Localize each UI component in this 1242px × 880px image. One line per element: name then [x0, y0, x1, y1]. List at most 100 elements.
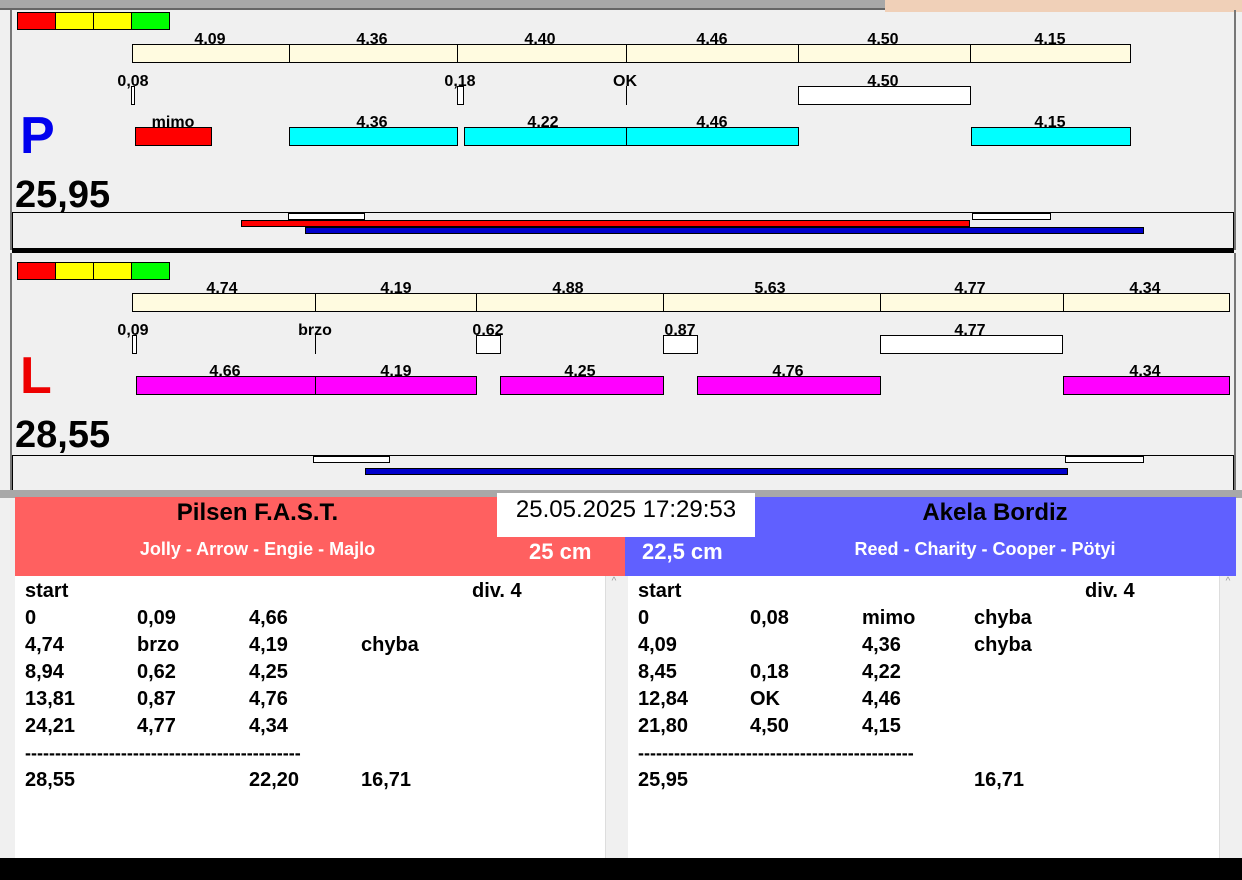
l-segment [880, 293, 1064, 312]
right-team-name: Akela Bordiz [922, 499, 1068, 526]
list-cell: 8,94 [25, 661, 64, 683]
p-segment [457, 44, 627, 63]
l-blue-bar [365, 468, 1068, 475]
p-row2-label: OK [613, 73, 637, 90]
p-segment [289, 44, 458, 63]
list-separator: ----------------------------------------… [25, 743, 301, 763]
light-yellow [93, 262, 132, 280]
p-total: 25,95 [15, 174, 111, 216]
l-run-bar [1063, 376, 1230, 395]
list-cell: 0,18 [750, 661, 789, 683]
p-segment [626, 44, 799, 63]
p-letter: P [20, 107, 55, 165]
l-segment [1063, 293, 1230, 312]
p-timeline-marker [972, 213, 1051, 220]
l-light-indicator [17, 262, 173, 280]
p-run-bar [626, 127, 799, 146]
right-team-dogs: Reed - Charity - Cooper - Pötyi [854, 539, 1116, 559]
list-separator: ----------------------------------------… [638, 743, 914, 763]
bottom-bar [0, 858, 1242, 880]
p-marker [131, 86, 135, 105]
list-cell: 8,45 [638, 661, 677, 683]
list-cell: chyba [361, 634, 419, 656]
light-red [17, 12, 56, 30]
l-run-bar [697, 376, 881, 395]
light-yellow [93, 12, 132, 30]
p-run-bar [289, 127, 458, 146]
list-cell: 4,22 [862, 661, 901, 683]
list-header-div: div. 4 [472, 580, 522, 602]
p-segment [970, 44, 1131, 63]
l-run-bar [500, 376, 664, 395]
datetime: 25.05.2025 17:29:53 [497, 493, 755, 537]
list-cell: chyba [974, 634, 1032, 656]
right-team-height: 22,5 cm [642, 539, 723, 564]
right-scrollbar[interactable]: ^ [1219, 576, 1236, 858]
l-segment [476, 293, 664, 312]
p-segment [798, 44, 971, 63]
light-yellow [55, 12, 94, 30]
list-cell: 4,50 [750, 715, 789, 737]
l-timeline-marker [1065, 456, 1144, 463]
list-cell: 4,09 [638, 634, 677, 656]
p-marker-line [626, 86, 627, 105]
list-cell: 4,19 [249, 634, 288, 656]
list-header-start: start [25, 580, 69, 602]
list-cell: 4,36 [862, 634, 901, 656]
list-total: 28,55 [25, 769, 76, 791]
list-cell: 4,76 [249, 688, 288, 710]
light-green [131, 12, 170, 30]
p-marker [798, 86, 971, 105]
top-tab-strip [0, 0, 885, 10]
list-cell: brzo [137, 634, 180, 656]
list-cell: 13,81 [25, 688, 76, 710]
list-cell: chyba [974, 607, 1032, 629]
list-cell: 4,46 [862, 688, 901, 710]
light-red [17, 262, 56, 280]
l-letter: L [20, 347, 52, 405]
p-run-bar [135, 127, 212, 146]
l-run-bar [315, 376, 477, 395]
l-run-bar [136, 376, 316, 395]
l-segment [132, 293, 316, 312]
list-cell: 0 [638, 607, 650, 629]
p-marker [457, 86, 464, 105]
list-header-start: start [638, 580, 682, 602]
l-marker [663, 335, 698, 354]
list-total: 16,71 [361, 769, 412, 791]
list-cell: 24,21 [25, 715, 76, 737]
l-marker [476, 335, 501, 354]
l-segment [663, 293, 881, 312]
l-marker [132, 335, 137, 354]
left-results-list[interactable]: ^ start div. 4 0 0,09 4,66 4,74 brzo 4,19 chyba 8,… [15, 576, 622, 858]
right-results-list[interactable]: ^ start div. 4 0 0,08 mimo chyba 4,09 4,36 chyba 8… [628, 576, 1236, 858]
left-team-dogs: Jolly - Arrow - Engie - Majlo [139, 539, 376, 559]
p-timeline-marker [288, 213, 365, 220]
list-cell: 12,84 [638, 688, 689, 710]
list-cell: 0 [25, 607, 37, 629]
list-cell: 4,66 [249, 607, 288, 629]
l-marker-line [315, 335, 316, 354]
light-green [131, 262, 170, 280]
p-run-bar [464, 127, 627, 146]
l-timeline-marker [313, 456, 390, 463]
list-cell: 4,15 [862, 715, 901, 737]
list-cell: 4,34 [249, 715, 288, 737]
l-segment [315, 293, 477, 312]
list-cell: 21,80 [638, 715, 689, 737]
list-cell: OK [750, 688, 780, 710]
list-cell: 0,09 [137, 607, 176, 629]
list-cell: 0,62 [137, 661, 176, 683]
left-scrollbar[interactable]: ^ [605, 576, 622, 858]
list-cell: 4,25 [249, 661, 288, 683]
list-total: 25,95 [638, 769, 689, 791]
list-cell: mimo [862, 607, 916, 629]
p-segment [132, 44, 290, 63]
left-team-name: Pilsen F.A.S.T. [176, 499, 339, 526]
list-cell: 0,87 [137, 688, 176, 710]
list-header-div: div. 4 [1085, 580, 1135, 602]
light-yellow [55, 262, 94, 280]
list-total: 16,71 [974, 769, 1025, 791]
list-total: 22,20 [249, 769, 300, 791]
p-blue-bar [305, 227, 1144, 234]
